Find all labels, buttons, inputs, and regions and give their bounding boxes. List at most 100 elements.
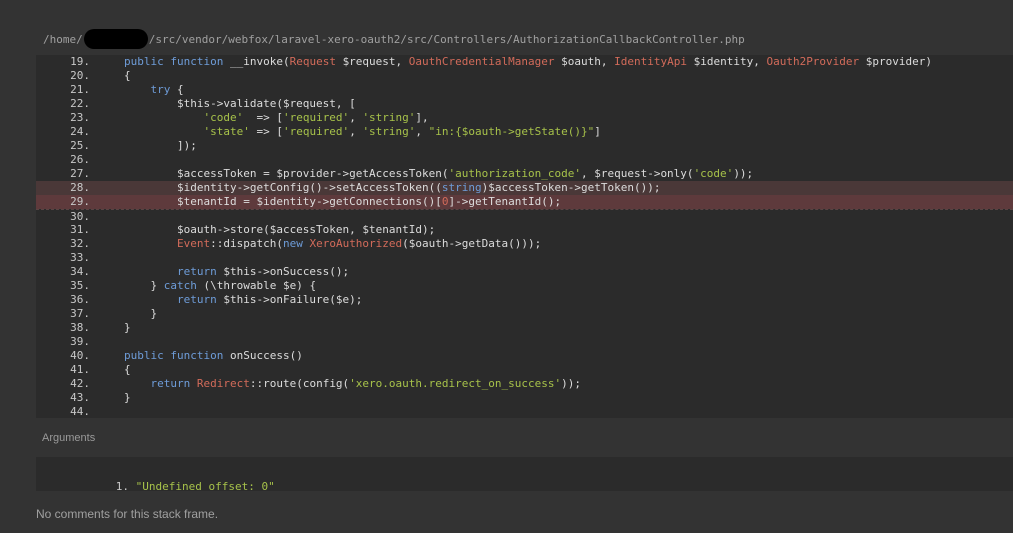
code-line: 23. 'code' => ['required', 'string'],	[36, 111, 1013, 125]
code-token: 'code'	[693, 167, 734, 180]
code-token: Redirect	[196, 377, 250, 390]
line-number: 34.	[70, 265, 90, 278]
file-path-suffix: /src/vendor/webfox/laravel-xero-oauth2/s…	[148, 32, 745, 46]
code-token: XeroAuthorized	[309, 237, 403, 250]
line-number: 37.	[70, 307, 90, 320]
code-line: 37. }	[36, 307, 1013, 321]
code-content: }	[90, 391, 131, 405]
code-token: ]	[594, 125, 601, 138]
code-content: }	[90, 307, 157, 321]
code-line: 22. $this->validate($request, [	[36, 97, 1013, 111]
code-content: Event::dispatch(new XeroAuthorized($oaut…	[90, 237, 541, 251]
code-token: $this->onFailure($e);	[223, 293, 363, 306]
code-content: {	[90, 363, 131, 377]
code-line: 41. {	[36, 363, 1013, 377]
argument-value: "Undefined offset: 0"	[135, 480, 275, 493]
code-token: $tenantId = $identity->getConnections()[	[124, 195, 442, 208]
code-line: 25. ]);	[36, 139, 1013, 153]
line-number: 20.	[70, 69, 90, 82]
code-token: __invoke(	[229, 55, 290, 68]
code-content: $this->validate($request, [	[90, 97, 356, 111]
code-token: 'authorization_code'	[448, 167, 581, 180]
code-line: 30.	[36, 209, 1013, 223]
line-number: 44.	[70, 405, 90, 418]
code-token: , $request->only(	[580, 167, 694, 180]
line-number: 39.	[70, 335, 90, 348]
code-token: ,	[349, 125, 363, 138]
code-token: try	[124, 83, 177, 96]
no-comments-text: No comments for this stack frame.	[36, 507, 219, 521]
code-token: 'state'	[124, 125, 257, 138]
code-content: public function onSuccess()	[90, 349, 303, 363]
code-token: return	[124, 265, 224, 278]
code-token: catch	[163, 279, 204, 292]
line-number: 31.	[70, 223, 90, 236]
code-token: ($oauth->getData()));	[402, 237, 542, 250]
code-token: }	[124, 321, 131, 334]
code-token: )$accessToken->getToken());	[481, 181, 661, 194]
code-token: ]);	[124, 139, 197, 152]
code-line: 27. $accessToken = $provider->getAccessT…	[36, 167, 1013, 181]
code-token: => [	[256, 111, 283, 124]
arguments-list: 1. "Undefined offset: 0"	[36, 457, 1013, 493]
line-number: 43.	[70, 391, 90, 404]
line-number: 28.	[70, 181, 90, 194]
code-token: 'string'	[362, 111, 416, 124]
code-token: $this->validate($request, [	[124, 97, 356, 110]
code-token: ));	[561, 377, 581, 390]
code-token: ));	[733, 167, 754, 180]
code-line: 36. return $this->onFailure($e);	[36, 293, 1013, 307]
code-line: 35. } catch (\throwable $e) {	[36, 279, 1013, 293]
code-content: {	[90, 69, 131, 83]
line-number: 27.	[70, 167, 90, 180]
line-number: 21.	[70, 83, 90, 96]
code-line: 20. {	[36, 69, 1013, 83]
code-token: ],	[415, 111, 429, 124]
code-content: 'code' => ['required', 'string'],	[90, 111, 429, 125]
code-line: 29. $tenantId = $identity->getConnection…	[36, 195, 1013, 209]
code-token: => [	[256, 125, 283, 138]
code-token: }	[124, 391, 131, 404]
code-content: $oauth->store($accessToken, $tenantId);	[90, 223, 435, 237]
line-number: 33.	[70, 251, 90, 264]
argument-index: 1.	[115, 480, 129, 493]
code-line: 42. return Redirect::route(config('xero.…	[36, 377, 1013, 391]
code-viewer: 19. public function __invoke(Request $req…	[36, 55, 1013, 418]
code-line: 19. public function __invoke(Request $req…	[36, 55, 1013, 69]
code-token: $identity->getConfig()->setAccessToken((	[124, 181, 442, 194]
code-content: } catch (\throwable $e) {	[90, 279, 316, 293]
code-token: 'code'	[124, 111, 257, 124]
code-token: $request,	[342, 55, 409, 68]
line-number: 22.	[70, 97, 90, 110]
redacted-segment	[83, 29, 148, 49]
code-token: $accessToken = $provider->getAccessToken…	[124, 167, 449, 180]
line-number: 42.	[70, 377, 90, 390]
line-number: 41.	[70, 363, 90, 376]
code-token: Event	[124, 237, 211, 250]
code-content: try {	[90, 83, 183, 97]
code-token: return	[124, 293, 224, 306]
code-line: 44.	[36, 405, 1013, 418]
line-number: 30.	[70, 210, 90, 223]
code-token: string	[441, 181, 482, 194]
code-token: (\throwable $e) {	[203, 279, 317, 292]
line-number: 32.	[70, 237, 90, 250]
code-token: ,	[415, 125, 429, 138]
code-content: }	[90, 321, 131, 335]
code-token: }	[124, 307, 158, 320]
code-line: 24. 'state' => ['required', 'string', "i…	[36, 125, 1013, 139]
code-token: $oauth->store($accessToken, $tenantId);	[124, 223, 436, 236]
code-line: 38.}	[36, 321, 1013, 335]
code-token: ::route(config(	[249, 377, 350, 390]
code-token: 'required'	[282, 111, 350, 124]
line-number: 25.	[70, 139, 90, 152]
code-content: $accessToken = $provider->getAccessToken…	[90, 167, 753, 181]
code-token: 0	[441, 195, 449, 208]
code-line: 31. $oauth->store($accessToken, $tenantI…	[36, 223, 1013, 237]
code-token: public function	[124, 55, 230, 68]
line-number: 19.	[70, 55, 90, 68]
code-line: 32. Event::dispatch(new XeroAuthorized($…	[36, 237, 1013, 251]
arguments-title: Arguments	[42, 432, 96, 444]
code-line: 21. try {	[36, 83, 1013, 97]
line-number: 26.	[70, 153, 90, 166]
